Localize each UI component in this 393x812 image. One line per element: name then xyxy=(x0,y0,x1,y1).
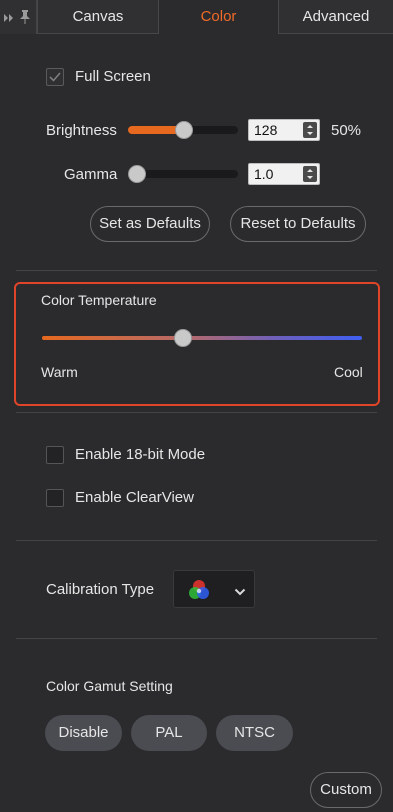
divider xyxy=(16,412,377,413)
brightness-spinbox[interactable]: 128 xyxy=(248,119,320,141)
divider xyxy=(16,638,377,639)
gamut-disable-button[interactable]: Disable xyxy=(45,715,122,751)
spin-arrows-icon[interactable] xyxy=(303,122,317,138)
enable-clearview-label: Enable ClearView xyxy=(75,489,194,506)
enable-18bit-label: Enable 18-bit Mode xyxy=(75,446,206,463)
tab-advanced[interactable]: Advanced xyxy=(279,0,393,34)
gamma-slider-knob[interactable] xyxy=(128,165,146,183)
tab-bar: Canvas Color Advanced xyxy=(0,0,393,34)
color-gamut-title: Color Gamut Setting xyxy=(46,678,173,694)
calibration-type-dropdown[interactable] xyxy=(173,570,255,608)
full-screen-label: Full Screen xyxy=(75,68,151,85)
color-temperature-title: Color Temperature xyxy=(41,292,157,308)
rgb-circles-icon xyxy=(185,577,213,603)
chevron-down-icon xyxy=(234,584,246,596)
gamut-pal-button[interactable]: PAL xyxy=(131,715,207,751)
tab-color[interactable]: Color xyxy=(158,0,279,34)
cool-label: Cool xyxy=(334,364,363,380)
brightness-value: 128 xyxy=(254,122,278,138)
gamma-spinbox[interactable]: 1.0 xyxy=(248,163,320,185)
warm-label: Warm xyxy=(41,364,78,380)
enable-clearview-checkbox[interactable] xyxy=(46,489,64,507)
color-temperature-slider[interactable] xyxy=(42,336,362,340)
color-temperature-knob[interactable] xyxy=(174,329,192,347)
full-screen-checkbox[interactable] xyxy=(46,68,64,86)
double-arrow-icon[interactable] xyxy=(3,11,15,23)
gamut-ntsc-button[interactable]: NTSC xyxy=(216,715,293,751)
brightness-slider-knob[interactable] xyxy=(175,121,193,139)
calibration-type-label: Calibration Type xyxy=(46,581,155,598)
spin-arrows-icon[interactable] xyxy=(303,166,317,182)
enable-18bit-checkbox[interactable] xyxy=(46,446,64,464)
check-icon xyxy=(49,72,61,82)
divider xyxy=(16,270,377,271)
brightness-percent: 50% xyxy=(331,122,362,139)
divider xyxy=(16,540,377,541)
pin-area xyxy=(0,0,37,34)
tab-canvas[interactable]: Canvas xyxy=(37,0,158,34)
brightness-label: Brightness xyxy=(46,122,117,139)
pin-icon[interactable] xyxy=(18,9,32,25)
reset-to-defaults-button[interactable]: Reset to Defaults xyxy=(230,206,366,242)
set-as-defaults-button[interactable]: Set as Defaults xyxy=(90,206,210,242)
custom-button[interactable]: Custom xyxy=(310,772,382,808)
gamma-value: 1.0 xyxy=(254,166,274,182)
gamma-label: Gamma xyxy=(64,166,118,183)
